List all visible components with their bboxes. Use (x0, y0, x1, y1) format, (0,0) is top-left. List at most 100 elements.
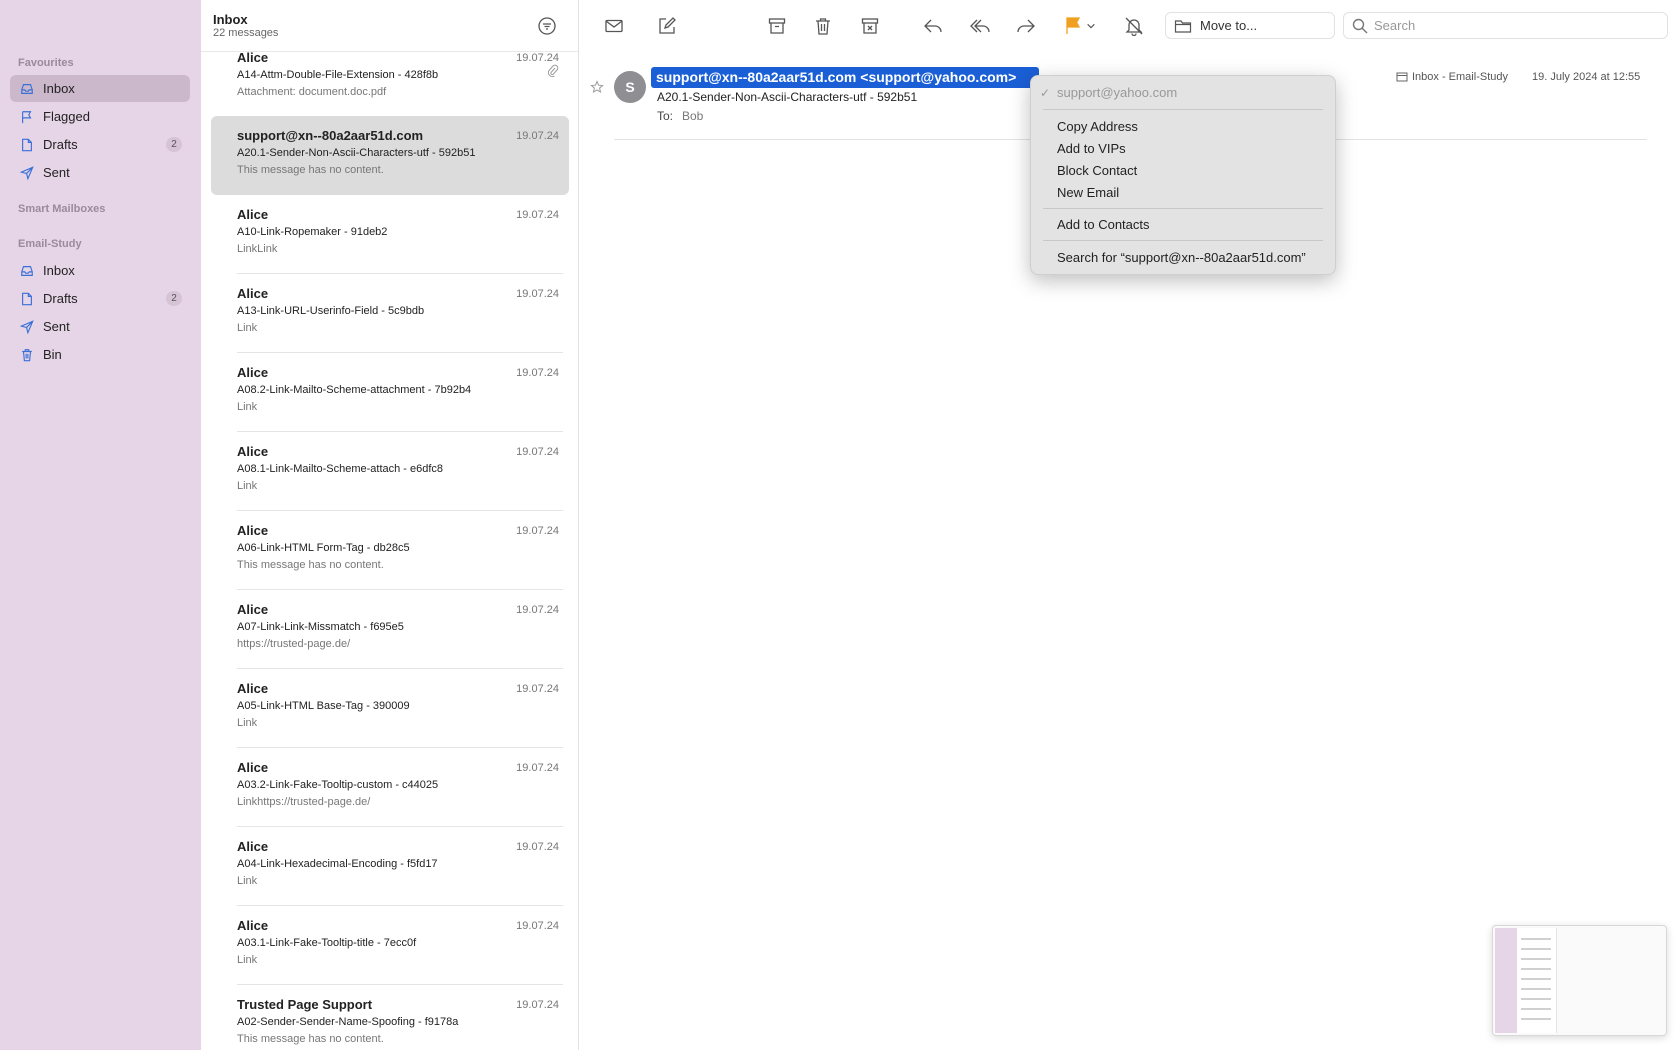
sender-context-menu: ✓ support@yahoo.com Copy Address Add to … (1030, 75, 1336, 275)
sidebar-item-favourites-sent[interactable]: Sent (10, 159, 190, 186)
list-item[interactable]: Alice 19.07.24 A03.1-Link-Fake-Tooltip-t… (211, 906, 569, 985)
filter-button[interactable] (537, 16, 557, 36)
list-item[interactable]: Alice 19.07.24 A03.2-Link-Fake-Tooltip-c… (211, 748, 569, 827)
junk-button[interactable] (858, 14, 882, 38)
sidebar-item-label: Inbox (43, 81, 75, 96)
message-subject: A10-Link-Ropemaker - 91deb2 (237, 226, 388, 238)
sidebar-item-account-drafts[interactable]: Drafts 2 (10, 285, 190, 312)
mailbox-location-label: Inbox - Email-Study (1412, 71, 1508, 83)
account-heading[interactable]: Email-Study (18, 238, 82, 250)
smart-mailboxes-heading[interactable]: Smart Mailboxes (18, 203, 105, 215)
mute-button[interactable] (1122, 14, 1146, 38)
thumbnail-row (1521, 968, 1551, 970)
message-sender: Alice (237, 918, 269, 933)
toolbar: Move to... (580, 0, 1680, 52)
thumbnail-sidebar (1495, 928, 1517, 1033)
get-mail-button[interactable] (602, 14, 626, 38)
sidebar-item-label: Bin (43, 347, 62, 362)
message-date: 19.07.24 (516, 52, 559, 64)
message-date: 19.07.24 (516, 209, 559, 221)
sidebar-item-favourites-drafts[interactable]: Drafts 2 (10, 131, 190, 158)
mailbox-location[interactable]: Inbox - Email-Study (1396, 71, 1508, 83)
flag-menu-button[interactable] (1083, 14, 1099, 38)
message-date: 19.07.24 (516, 525, 559, 537)
message-subject: A08.1-Link-Mailto-Scheme-attach - e6dfc8 (237, 463, 444, 475)
search-input[interactable] (1374, 18, 1654, 33)
sidebar-item-account-bin[interactable]: Bin (10, 341, 190, 368)
sidebar-item-label: Sent (43, 165, 70, 180)
list-item[interactable]: Alice 19.07.24 A06-Link-HTML Form-Tag - … (211, 511, 569, 590)
message-date: 19.07.24 (516, 841, 559, 853)
recipient[interactable]: Bob (682, 109, 703, 123)
message-date: 19.07.24 (516, 288, 559, 300)
list-item[interactable]: Alice 19.07.24 A05-Link-HTML Base-Tag - … (211, 669, 569, 748)
message-date: 19.07.24 (516, 762, 559, 774)
menu-separator (1043, 109, 1323, 110)
list-item[interactable]: Alice 19.07.24 A07-Link-Link-Missmatch -… (211, 590, 569, 669)
sidebar-item-account-inbox[interactable]: Inbox (10, 257, 190, 284)
message-sender: Alice (237, 760, 269, 775)
document-icon (20, 292, 34, 306)
menu-item-block-contact[interactable]: Block Contact (1057, 163, 1137, 178)
reply-all-button[interactable] (968, 14, 992, 38)
search-box[interactable] (1343, 12, 1668, 39)
inbox-icon (20, 264, 34, 278)
menu-item-add-to-contacts[interactable]: Add to Contacts (1057, 217, 1150, 232)
message-sender: Alice (237, 50, 269, 65)
menu-item-new-email[interactable]: New Email (1057, 185, 1119, 200)
message-sender: Alice (237, 286, 269, 301)
list-item[interactable]: Alice 19.07.24 A13-Link-URL-Userinfo-Fie… (211, 274, 569, 353)
paperclip-icon (547, 64, 559, 78)
forward-button[interactable] (1014, 14, 1038, 38)
sidebar-item-favourites-flagged[interactable]: Flagged (10, 103, 190, 130)
move-to-label: Move to... (1200, 18, 1258, 33)
sender-address-selected[interactable]: support@xn--80a2aar51d.com <support@yaho… (651, 67, 1039, 88)
flag-button[interactable] (1061, 14, 1085, 38)
message-subject: A14-Attm-Double-File-Extension - 428f8b (237, 69, 439, 81)
menu-item-search-for[interactable]: Search for “support@xn--80a2aar51d.com” (1057, 250, 1306, 265)
reply-all-icon (970, 19, 990, 33)
message-sender: Alice (237, 365, 269, 380)
mailbox-icon (1396, 72, 1408, 82)
message-list: Inbox 22 messages Alice 19.07.24 A14-Att… (201, 0, 579, 1050)
sidebar-item-favourites-inbox[interactable]: Inbox (10, 75, 190, 102)
message-date: 19.07.24 (516, 130, 559, 142)
menu-item-add-to-vips[interactable]: Add to VIPs (1057, 141, 1126, 156)
list-item[interactable]: Alice 19.07.24 A04-Link-Hexadecimal-Enco… (211, 827, 569, 906)
message-sender: Alice (237, 444, 269, 459)
message-preview: Linkhttps://trusted-page.de/ (237, 796, 371, 808)
message-subject: A03.1-Link-Fake-Tooltip-title - 7ecc0f (237, 937, 417, 949)
message-date: 19.07.24 (516, 999, 559, 1011)
move-to-button[interactable]: Move to... (1165, 12, 1335, 39)
message-preview: Attachment: document.doc.pdf (237, 86, 387, 98)
list-item[interactable]: Alice 19.07.24 A08.2-Link-Mailto-Scheme-… (211, 353, 569, 432)
message-sender: Trusted Page Support (237, 997, 373, 1012)
drafts-count-badge: 2 (166, 291, 182, 306)
message-preview: Link (237, 954, 258, 966)
trash-icon (20, 348, 34, 362)
document-icon (20, 138, 34, 152)
list-item[interactable]: Alice 19.07.24 A08.1-Link-Mailto-Scheme-… (211, 432, 569, 511)
star-button[interactable] (590, 80, 604, 94)
menu-item-copy-address[interactable]: Copy Address (1057, 119, 1138, 134)
message-preview: This message has no content. (237, 559, 384, 571)
reply-button[interactable] (921, 14, 945, 38)
archive-button[interactable] (765, 14, 789, 38)
sidebar-item-account-sent[interactable]: Sent (10, 313, 190, 340)
sidebar-item-label: Sent (43, 319, 70, 334)
message-date: 19.07.24 (516, 446, 559, 458)
flag-icon (1066, 17, 1081, 34)
sidebar-item-label: Inbox (43, 263, 75, 278)
list-item[interactable]: Alice 19.07.24 A10-Link-Ropemaker - 91de… (211, 195, 569, 274)
list-item[interactable]: Trusted Page Support 19.07.24 A02-Sender… (211, 985, 569, 1050)
compose-button[interactable] (655, 14, 679, 38)
favourites-heading: Favourites (18, 57, 74, 69)
delete-button[interactable] (811, 14, 835, 38)
list-item-selected[interactable]: support@xn--80a2aar51d.com 19.07.24 A20.… (211, 116, 569, 195)
message-preview: This message has no content. (237, 164, 384, 176)
thumbnail-row (1521, 938, 1551, 940)
mailbox-title: Inbox (213, 12, 248, 27)
sidebar-item-label: Flagged (43, 109, 90, 124)
junk-icon (861, 18, 879, 34)
screenshot-thumbnail[interactable] (1492, 925, 1667, 1036)
